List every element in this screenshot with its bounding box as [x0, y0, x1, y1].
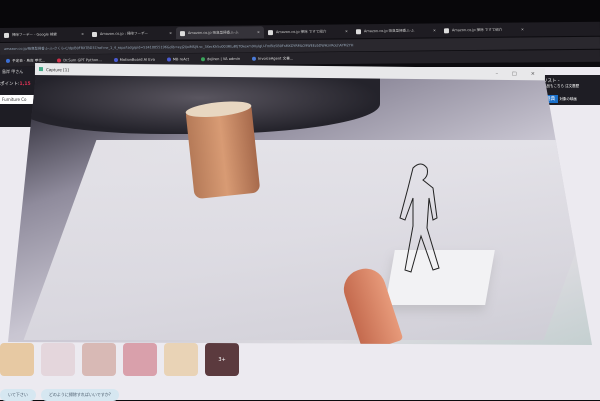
maximize-button[interactable]: □	[512, 71, 517, 77]
tab-label: Amazon.co.jp 吸臭型掃香ふ-ふ	[363, 28, 415, 33]
favicon-icon	[355, 28, 362, 34]
points-value: 1,15	[19, 82, 31, 87]
paper-canister	[185, 104, 261, 200]
window-title: Capture [1]	[45, 66, 69, 72]
thumbnail[interactable]	[123, 343, 157, 376]
tab-label: 掃除フーデー - Google 検索	[11, 31, 57, 37]
bookmark-label: InvoiceAgent 文書...	[257, 55, 294, 61]
bookmark-icon	[166, 57, 171, 62]
bookmark-icon	[251, 56, 256, 61]
bookmark-icon	[113, 57, 118, 63]
tab[interactable]: 掃除フーデー - Google 検索 ×	[0, 28, 88, 41]
app-icon	[38, 67, 44, 72]
bookmark[interactable]: dejiren | VA admin	[200, 56, 240, 62]
tokka-text: 対象の映画	[559, 97, 577, 101]
close-tab-icon[interactable]: ×	[81, 32, 84, 36]
bookmark[interactable]: MotionBoard AI Eva	[113, 57, 155, 63]
minimize-button[interactable]: –	[496, 71, 499, 77]
suggestion-chip[interactable]: いて下さい	[0, 389, 36, 401]
tab-label: Amazon.co.jp 吸臭型掃香ふ-ふ	[187, 30, 239, 35]
favicon-icon	[443, 27, 450, 33]
favicon-icon	[267, 29, 274, 35]
orders-link[interactable]: 返品もこちら 注文履歴	[543, 84, 597, 89]
thumbnail[interactable]	[82, 343, 116, 376]
more-thumbnails[interactable]: 3+	[205, 343, 239, 376]
bookmark-label: Dr.Sum GPT Python...	[63, 58, 102, 63]
close-tab-icon[interactable]: ×	[169, 31, 172, 35]
close-tab-icon[interactable]: ×	[521, 28, 524, 32]
thumbnail-strip: 3+	[0, 343, 239, 376]
suggestion-chip[interactable]: どのように掃除すればいいですか?	[40, 389, 119, 401]
close-tab-icon[interactable]: ×	[345, 29, 348, 33]
thumbnail[interactable]	[41, 343, 75, 376]
favicon-icon	[3, 32, 10, 38]
bookmark-icon	[5, 58, 11, 63]
bookmark-icon	[57, 58, 62, 63]
close-button[interactable]: ✕	[531, 71, 535, 77]
close-tab-icon[interactable]: ×	[257, 30, 260, 34]
tab[interactable]: Amazon.co.jp 掃除 ですて紹介 ×	[264, 25, 352, 38]
suggestion-chips: いて下さい どのように掃除すればいいですか?	[0, 389, 119, 401]
tab-label: Amazon.co.jp : 掃除フーデー	[99, 30, 148, 36]
points-label: ポイント:	[0, 82, 20, 87]
favicon-icon	[91, 31, 98, 37]
favicon-icon	[179, 30, 186, 36]
ar-human-outline-icon	[399, 163, 440, 273]
bookmark-label: 予定表 - 島岸 甲代...	[11, 58, 46, 63]
close-tab-icon[interactable]: ×	[433, 28, 436, 32]
bookmark[interactable]: Dr.Sum GPT Python...	[57, 58, 102, 63]
tab-label: Amazon.co.jp 掃除 ですて紹介	[275, 29, 327, 34]
tab[interactable]: Amazon.co.jp 吸臭型掃香ふ-ふ ×	[352, 24, 440, 37]
bookmark[interactable]: InvoiceAgent 文書...	[251, 55, 294, 61]
bookmark-label: MotionBoard AI Eva	[119, 57, 155, 62]
white-cloth	[23, 140, 592, 340]
right-nav: リスト - 返品もこちら 注文履歴 特典 対象の映画	[540, 75, 600, 105]
points: ポイント:1,15	[0, 81, 31, 87]
tab-label: Amazon.co.jp 掃除 ですて紹介	[451, 27, 503, 32]
thumbnail[interactable]	[164, 343, 198, 376]
tab[interactable]: Amazon.co.jp 掃除 ですて紹介 ×	[440, 23, 528, 36]
account-label: 島岸 甲さん	[2, 69, 24, 74]
thumbnail[interactable]	[0, 343, 34, 376]
bookmark-label: dejiren | VA admin	[206, 56, 240, 62]
tab-active[interactable]: Amazon.co.jp 吸臭型掃香ふ-ふ ×	[175, 26, 265, 40]
bookmark-icon	[200, 57, 206, 62]
bookmark[interactable]: MB reAct	[166, 57, 190, 62]
tab[interactable]: Amazon.co.jp : 掃除フーデー ×	[88, 27, 176, 40]
bookmark-label: MB reAct	[172, 57, 190, 62]
